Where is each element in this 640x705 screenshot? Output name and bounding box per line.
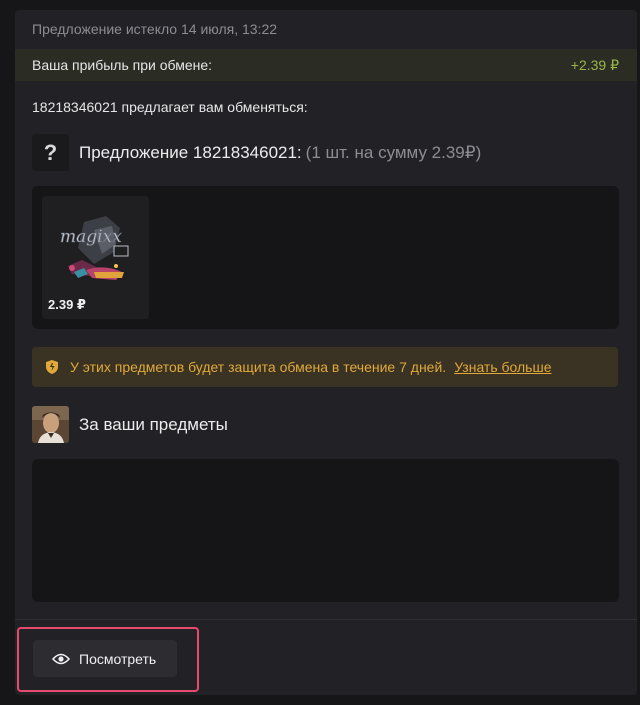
offer-title: Предложение 18218346021: (1 шт. на сумму … [79,143,481,163]
view-button[interactable]: Посмотреть [33,640,177,677]
protection-text: У этих предметов будет защита обмена в т… [70,359,447,375]
user-avatar [32,406,69,443]
magixx-sticker-icon: magixx [60,216,129,280]
profit-label: Ваша прибыль при обмене: [32,57,213,73]
shield-icon [46,360,58,374]
offer-expired-text: Предложение истекло 14 июля, 13:22 [32,21,278,37]
eye-icon [52,653,70,664]
profit-bar: Ваша прибыль при обмене: +2.39 ₽ [15,49,637,81]
item-price: 2.39 ₽ [48,297,86,312]
offer-title-text: Предложение 18218346021: [79,142,302,162]
view-button-label: Посмотреть [79,650,157,667]
offer-header: ? Предложение 18218346021: (1 шт. на сумм… [32,134,481,171]
offer-count-text: (1 шт. на сумму 2.39₽) [305,142,482,162]
divider [15,619,637,620]
item-card[interactable]: magixx 2.39 ₽ [42,196,149,319]
offer-intro-text: 18218346021 предлагает вам обменяться: [32,99,308,115]
trade-protection-notice: У этих предметов будет защита обмена в т… [32,347,618,387]
offered-items-box: magixx 2.39 ₽ [32,186,619,329]
your-items-header: За ваши предметы [32,406,228,443]
profit-value: +2.39 ₽ [570,56,619,73]
user-avatar-image [32,406,69,443]
partner-avatar-placeholder: ? [32,134,69,171]
your-items-title: За ваши предметы [79,414,228,434]
trade-offer-panel: Предложение истекло 14 июля, 13:22 Ваша … [15,10,637,695]
learn-more-link[interactable]: Узнать больше [454,359,551,375]
svg-text:magixx: magixx [60,227,122,247]
your-items-box [32,459,619,602]
